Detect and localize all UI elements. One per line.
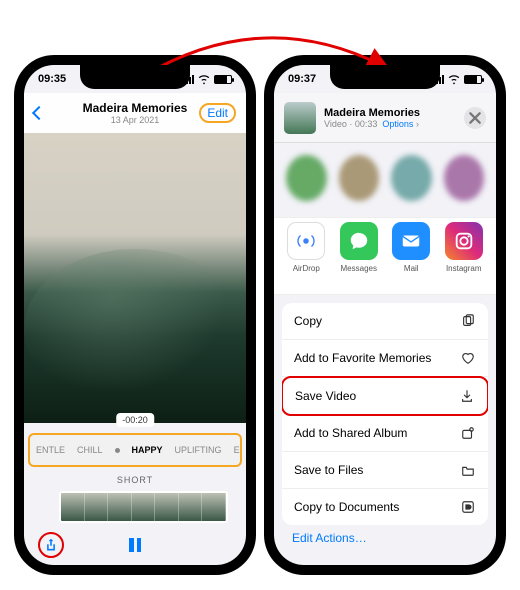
mood-dot-icon xyxy=(115,448,120,453)
action-label: Copy xyxy=(294,314,322,328)
phone-left: 09:35 Madeira Memories 13 Apr 2021 Edit … xyxy=(14,55,256,575)
action-copy[interactable]: Copy xyxy=(282,303,488,340)
app-airdrop[interactable]: AirDrop xyxy=(280,222,332,290)
folder-icon xyxy=(460,462,476,478)
thumbnail xyxy=(284,102,316,134)
contact-row[interactable] xyxy=(274,147,496,213)
mood-uplifting[interactable]: UPLIFTING xyxy=(175,445,222,455)
action-save-video[interactable]: Save Video xyxy=(282,376,488,416)
notch xyxy=(80,65,190,89)
app-label: Instagram xyxy=(446,264,482,273)
filmstrip[interactable] xyxy=(59,491,228,523)
share-duration: 00:33 xyxy=(355,119,378,129)
battery-icon xyxy=(214,75,232,84)
memory-photo[interactable] xyxy=(24,133,246,423)
copy-icon xyxy=(460,313,476,329)
app-label: Messages xyxy=(341,264,377,273)
action-label: Copy to Documents xyxy=(294,500,399,514)
status-time: 09:35 xyxy=(38,73,66,85)
screen-right: 09:37 Madeira Memories Video · 00:33 Opt… xyxy=(274,65,496,565)
app-label: AirDrop xyxy=(293,264,320,273)
share-button[interactable] xyxy=(38,532,64,558)
share-type: Video xyxy=(324,119,347,129)
back-chevron-icon[interactable] xyxy=(32,106,46,120)
action-label: Add to Favorite Memories xyxy=(294,351,431,365)
options-link[interactable]: Options xyxy=(382,119,413,129)
mood-gentle[interactable]: ENTLE xyxy=(36,445,65,455)
contact-2[interactable] xyxy=(339,155,380,201)
shared-album-icon xyxy=(460,425,476,441)
pause-button[interactable] xyxy=(129,538,141,552)
close-button[interactable] xyxy=(464,107,486,129)
status-time: 09:37 xyxy=(288,73,316,85)
heart-icon xyxy=(460,350,476,366)
battery-icon xyxy=(464,75,482,84)
app-messages[interactable]: Messages xyxy=(333,222,385,290)
messages-icon xyxy=(348,230,370,252)
nav-bar: Madeira Memories 13 Apr 2021 Edit xyxy=(24,93,246,133)
app-row: AirDrop Messages Mail Instagram xyxy=(274,217,496,295)
download-icon xyxy=(459,388,475,404)
instagram-icon xyxy=(453,230,475,252)
wifi-icon xyxy=(197,72,211,86)
close-icon xyxy=(468,111,482,125)
notch xyxy=(330,65,440,89)
action-label: Save to Files xyxy=(294,463,363,477)
action-list: Copy Add to Favorite Memories Save Video… xyxy=(282,303,488,525)
app-instagram[interactable]: Instagram xyxy=(438,222,490,290)
mail-icon xyxy=(400,230,422,252)
airdrop-icon xyxy=(295,230,317,252)
mood-chill[interactable]: CHILL xyxy=(77,445,103,455)
time-remaining: -00:20 xyxy=(116,413,154,427)
mood-strip[interactable]: ENTLE CHILL HAPPY UPLIFTING EPIC C xyxy=(28,433,242,467)
action-label: Add to Shared Album xyxy=(294,426,407,440)
action-label: Save Video xyxy=(295,389,356,403)
share-title: Madeira Memories xyxy=(324,107,456,119)
documents-app-icon xyxy=(460,499,476,515)
screen-left: 09:35 Madeira Memories 13 Apr 2021 Edit … xyxy=(24,65,246,565)
edit-button[interactable]: Edit xyxy=(199,103,236,123)
duration-label: SHORT xyxy=(24,475,246,485)
app-label: Mail xyxy=(404,264,419,273)
share-icon xyxy=(44,538,58,552)
mood-epic[interactable]: EPIC xyxy=(234,445,242,455)
wifi-icon xyxy=(447,72,461,86)
action-shared-album[interactable]: Add to Shared Album xyxy=(282,415,488,452)
contact-1[interactable] xyxy=(286,155,327,201)
share-subtitle: Video · 00:33 Options › xyxy=(324,119,456,129)
mood-happy[interactable]: HAPPY xyxy=(132,445,163,455)
contact-4[interactable] xyxy=(444,155,485,201)
edit-actions-link[interactable]: Edit Actions… xyxy=(292,531,367,545)
contact-3[interactable] xyxy=(391,155,432,201)
action-favorite[interactable]: Add to Favorite Memories xyxy=(282,340,488,377)
app-mail[interactable]: Mail xyxy=(385,222,437,290)
phone-right: 09:37 Madeira Memories Video · 00:33 Opt… xyxy=(264,55,506,575)
action-save-files[interactable]: Save to Files xyxy=(282,452,488,489)
playback-bar xyxy=(24,525,246,565)
share-header: Madeira Memories Video · 00:33 Options › xyxy=(274,93,496,143)
action-copy-documents[interactable]: Copy to Documents xyxy=(282,489,488,525)
